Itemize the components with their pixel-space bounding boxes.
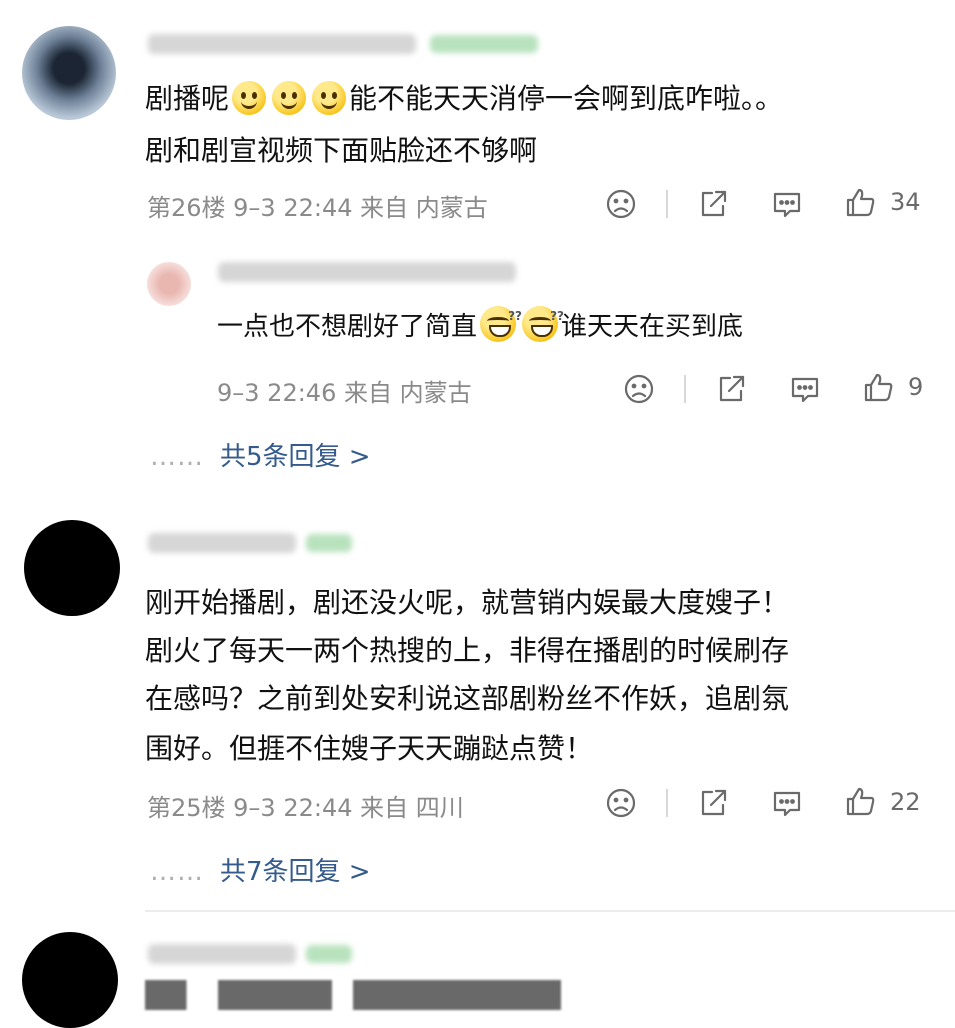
reply-text: 一点也不想剧好了简直???? 谁天天在买到底	[217, 306, 743, 347]
comment-text-line: 围好。但捱不住嫂子天天蹦跶点赞！	[145, 732, 594, 765]
comment-text-line: 刚开始播剧，剧还没火呢，就营销内娱最大度嫂子！	[145, 586, 790, 619]
thumbs-up-icon[interactable]	[844, 785, 878, 819]
comment-text-line: 在感吗？之前到处安利说这部剧粉丝不作妖，追剧氛	[145, 682, 790, 715]
more-replies-link[interactable]: …… 共5条回复 >	[150, 436, 371, 473]
comment-divider	[145, 910, 955, 912]
smile-emoji-icon	[312, 81, 347, 115]
avatar[interactable]	[22, 932, 118, 1028]
dizzy-emoji-icon: ??	[522, 306, 564, 342]
user-badge-blurred	[306, 534, 352, 552]
username-blurred[interactable]	[218, 262, 516, 282]
comment-text-line: 剧播呢 能不能天天消停一会啊到底咋啦。。	[145, 81, 784, 115]
reply-meta: 9–3 22:46 来自 内蒙古	[217, 379, 472, 407]
comment-icon[interactable]	[788, 372, 822, 406]
like-count: 22	[890, 788, 921, 816]
like-count: 9	[908, 373, 924, 401]
comment-icon[interactable]	[770, 786, 804, 820]
avatar[interactable]	[24, 520, 120, 616]
sad-face-icon[interactable]	[604, 786, 638, 820]
dizzy-emoji-icon: ??	[480, 306, 522, 342]
user-badge-blurred	[430, 35, 538, 53]
share-icon[interactable]	[696, 187, 730, 221]
username-blurred[interactable]	[148, 34, 416, 54]
share-icon[interactable]	[696, 786, 730, 820]
divider	[684, 375, 686, 403]
username-blurred[interactable]	[148, 944, 296, 964]
avatar[interactable]	[22, 26, 116, 120]
share-icon[interactable]	[714, 372, 748, 406]
comment-text-cutoff	[145, 980, 665, 1010]
sad-face-icon[interactable]	[604, 187, 638, 221]
comment-icon[interactable]	[770, 187, 804, 221]
smile-emoji-icon	[272, 81, 307, 115]
comment-text-line: 剧火了每天一两个热搜的上，非得在播剧的时候刷存	[145, 634, 790, 667]
divider	[666, 190, 668, 218]
more-replies-link[interactable]: …… 共7条回复 >	[150, 851, 371, 888]
like-count: 34	[890, 188, 921, 216]
comment-meta: 第26楼 9–3 22:44 来自 内蒙古	[147, 194, 488, 222]
thumbs-up-icon[interactable]	[862, 371, 896, 405]
username-blurred[interactable]	[148, 533, 296, 553]
smile-emoji-icon	[232, 81, 267, 115]
divider	[666, 789, 668, 817]
thumbs-up-icon[interactable]	[844, 186, 878, 220]
comment-meta: 第25楼 9–3 22:44 来自 四川	[147, 794, 464, 822]
user-badge-blurred	[306, 945, 352, 963]
sad-face-icon[interactable]	[622, 372, 656, 406]
comment-text-line: 剧和剧宣视频下面贴脸还不够啊	[145, 134, 538, 167]
avatar[interactable]	[147, 262, 191, 306]
